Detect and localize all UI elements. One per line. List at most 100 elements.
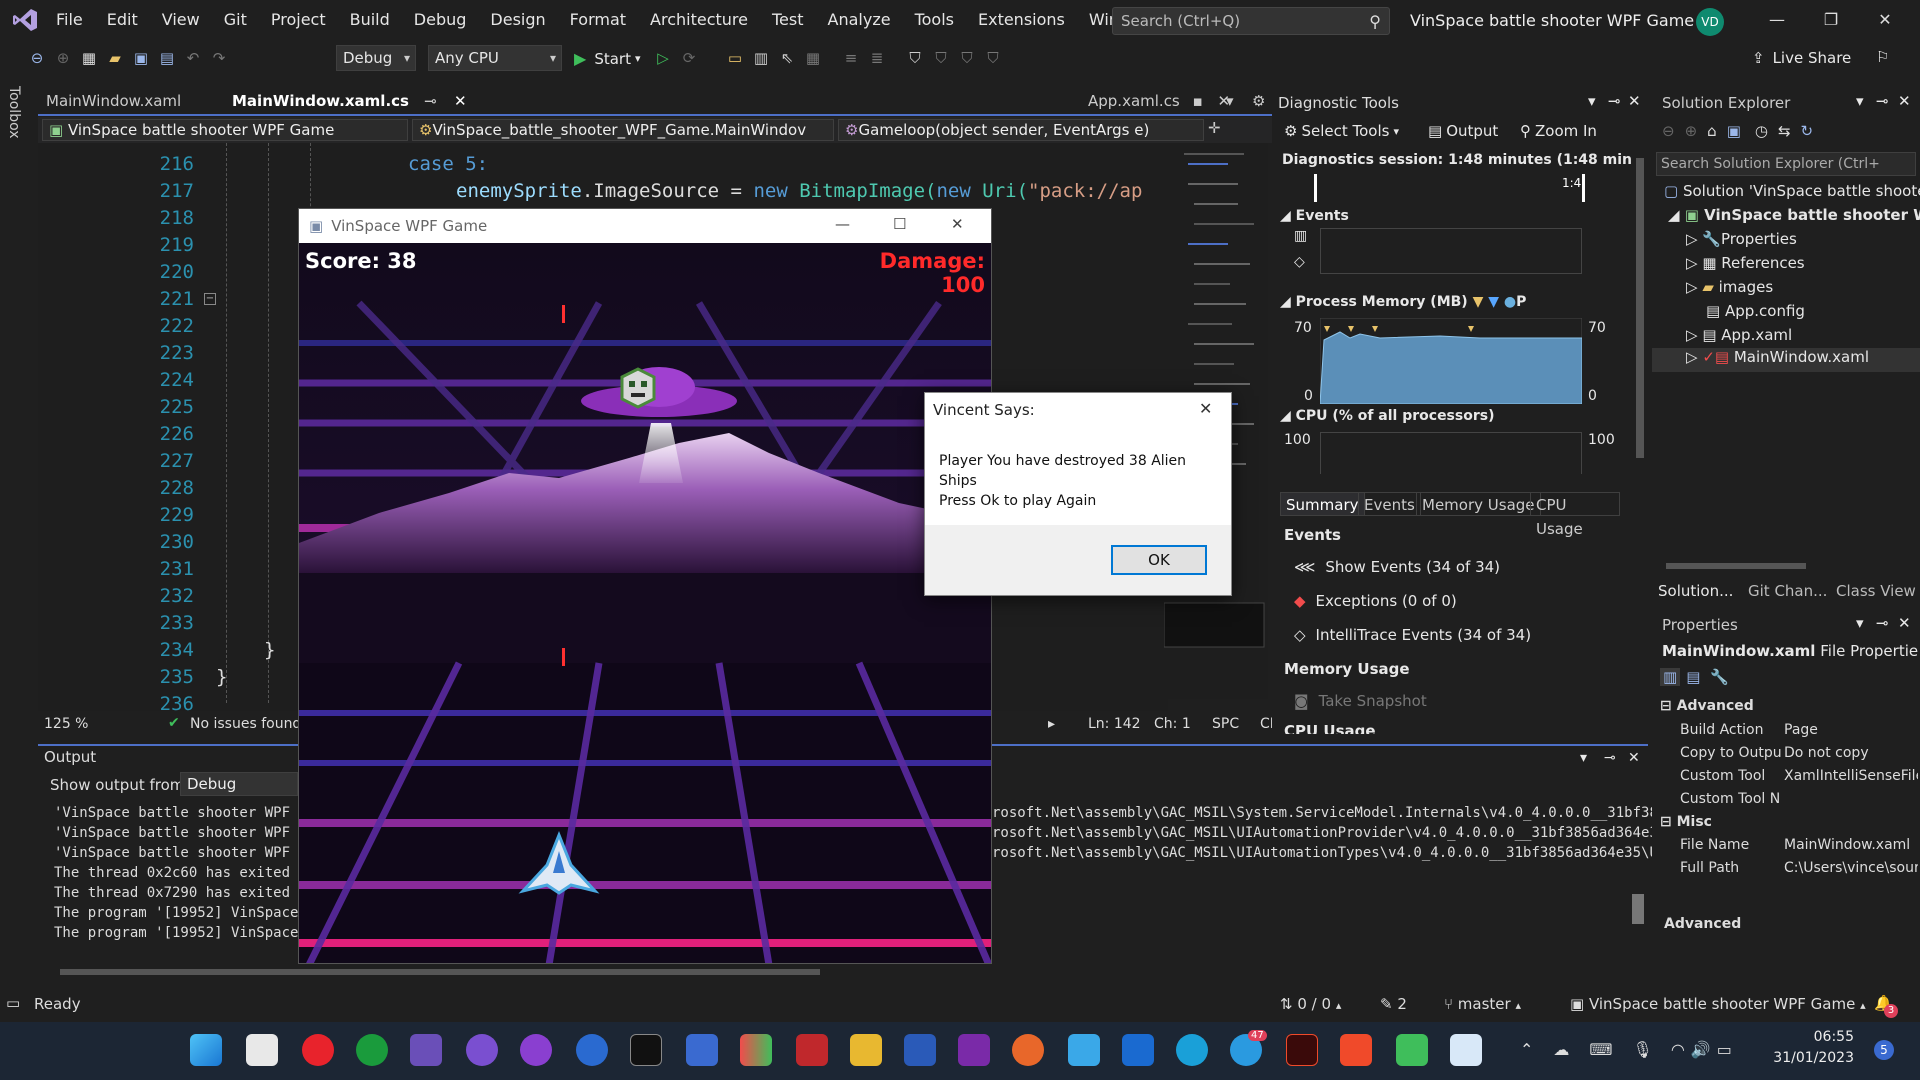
exceptions-link[interactable]: ◆ Exceptions (0 of 0) xyxy=(1294,592,1457,610)
live-share-button[interactable]: ⇪ Live Share xyxy=(1752,49,1851,67)
member-nav-combo[interactable]: ⚙Gameloop(object sender, EventArgs e) xyxy=(838,119,1204,141)
menu-architecture[interactable]: Architecture xyxy=(638,0,760,40)
game-window-task-icon[interactable] xyxy=(1450,1034,1482,1066)
back-icon[interactable]: ⊖ xyxy=(24,44,50,72)
tree-item-app-config[interactable]: ▤ App.config xyxy=(1706,302,1805,320)
zoom-in-button[interactable]: ⚲ Zoom In xyxy=(1520,122,1597,140)
folder-icon[interactable]: ▭ xyxy=(722,44,748,72)
onenote-icon[interactable] xyxy=(958,1034,990,1066)
office-apps-icon[interactable] xyxy=(740,1034,772,1066)
menu-view[interactable]: View xyxy=(150,0,212,40)
column-position[interactable]: Ch: 1 xyxy=(1154,716,1191,732)
properties-object-select[interactable]: MainWindow.xaml File Propertie ▾ xyxy=(1662,642,1920,660)
collapse-icon[interactable]: − xyxy=(204,293,216,305)
tab-events[interactable]: Events xyxy=(1358,492,1421,516)
wifi-icon[interactable]: ◠ xyxy=(1671,1040,1685,1059)
pause-icon[interactable]: ▥ xyxy=(1294,228,1307,244)
tab-summary[interactable]: Summary xyxy=(1280,492,1365,516)
menu-tools[interactable]: Tools xyxy=(903,0,966,40)
bookmark-prev-icon[interactable]: ⛉ xyxy=(928,44,954,72)
refresh-icon[interactable]: ↻ xyxy=(1801,122,1814,140)
uncomment-icon[interactable]: ≣ xyxy=(864,44,890,72)
pin-icon[interactable]: ⊸ xyxy=(1604,750,1616,766)
categorized-icon[interactable]: ▥ xyxy=(1660,668,1681,686)
edge-icon[interactable] xyxy=(1176,1034,1208,1066)
project-node[interactable]: ◢ ▣ VinSpace battle shooter WI xyxy=(1668,206,1920,224)
minimize-icon[interactable]: — xyxy=(835,215,850,233)
pin-icon[interactable]: ⊸ xyxy=(424,92,437,110)
panel-dropdown-icon[interactable]: ▾ xyxy=(1580,750,1587,766)
close-icon[interactable]: ✕ xyxy=(1898,92,1911,110)
menu-format[interactable]: Format xyxy=(558,0,638,40)
tab-git-changes[interactable]: Git Chan... xyxy=(1748,582,1827,600)
tree-item-images[interactable]: ▷ ▰ images xyxy=(1686,278,1773,296)
pin-icon[interactable]: ▪ xyxy=(1193,92,1203,110)
hot-reload-icon[interactable]: ⟳ xyxy=(676,44,702,72)
windows-start-icon[interactable] xyxy=(190,1034,222,1066)
forward-icon[interactable]: ⊕ xyxy=(50,44,76,72)
bookmark-icon[interactable]: ⛉ xyxy=(902,44,928,72)
property-value[interactable]: C:\Users\vince\sour xyxy=(1784,860,1918,876)
menu-build[interactable]: Build xyxy=(338,0,402,40)
tab-class-view[interactable]: Class View xyxy=(1836,582,1916,600)
tree-item-app-xaml[interactable]: ▷ ▤ App.xaml xyxy=(1686,326,1792,344)
edge-beta-icon[interactable] xyxy=(576,1034,608,1066)
close-icon[interactable]: ✕ xyxy=(1898,614,1911,632)
intellitrace-link[interactable]: ◇ IntelliTrace Events (34 of 34) xyxy=(1294,626,1531,644)
split-icon[interactable]: ✛ xyxy=(1208,119,1221,137)
menu-project[interactable]: Project xyxy=(259,0,338,40)
repository-selector[interactable]: ▣ VinSpace battle shooter WPF Game ▴ xyxy=(1570,995,1866,1013)
xbox-icon[interactable] xyxy=(356,1034,388,1066)
bookmark-clear-icon[interactable]: ⛉ xyxy=(980,44,1006,72)
sync-icon[interactable]: ⇆ xyxy=(1778,122,1791,140)
close-icon[interactable]: ✕ xyxy=(1199,399,1212,418)
grid-icon[interactable]: ▦ xyxy=(800,44,826,72)
keyboard-icon[interactable]: ⌨ xyxy=(1589,1040,1612,1059)
close-icon[interactable]: ✕ xyxy=(951,215,964,233)
diag-scrollbar[interactable] xyxy=(1634,118,1646,478)
save-icon[interactable]: ▣ xyxy=(128,44,154,72)
take-snapshot-button[interactable]: ◙ Take Snapshot xyxy=(1294,692,1427,710)
zoom-level[interactable]: 125 % xyxy=(44,716,88,732)
solution-horizontal-scrollbar[interactable] xyxy=(1656,560,1914,572)
select-tools-button[interactable]: ⚙ Select Tools ▾ xyxy=(1284,122,1399,140)
notepad-icon[interactable] xyxy=(1068,1034,1100,1066)
undo-icon[interactable]: ↶ xyxy=(180,44,206,72)
solution-node[interactable]: ▢ Solution 'VinSpace battle shoote xyxy=(1664,182,1920,200)
alphabetical-icon[interactable]: ▤ xyxy=(1686,668,1700,686)
line-position[interactable]: Ln: 142 xyxy=(1088,716,1141,732)
avatar[interactable]: VD xyxy=(1696,8,1724,36)
output-scrollbar[interactable] xyxy=(1632,774,1644,954)
ea-icon[interactable] xyxy=(302,1034,334,1066)
project-nav-combo[interactable]: ▣ VinSpace battle shooter WPF Game xyxy=(42,119,408,141)
pin-icon[interactable]: ⊸ xyxy=(1608,92,1621,110)
store-icon[interactable] xyxy=(246,1034,278,1066)
firefox-icon[interactable] xyxy=(1012,1034,1044,1066)
tree-item-references[interactable]: ▷ ▦ References xyxy=(1686,254,1805,272)
start-without-debugging-icon[interactable]: ▷ xyxy=(650,44,676,72)
volume-icon[interactable]: 🔊 xyxy=(1691,1040,1711,1059)
new-project-icon[interactable]: ▦ xyxy=(76,44,102,72)
game-window[interactable]: ▣ VinSpace WPF Game — ☐ ✕ Score: 38 Dama… xyxy=(298,208,992,964)
epic-games-icon[interactable] xyxy=(630,1034,662,1066)
branch-selector[interactable]: ⑂ master ▴ xyxy=(1444,995,1521,1013)
tab-app-xaml-cs[interactable]: App.xaml.cs ▪ ✕ xyxy=(1080,88,1238,114)
home-icon[interactable]: ⌂ xyxy=(1707,122,1717,140)
close-icon[interactable]: ✕ xyxy=(1628,750,1640,766)
cloud-icon[interactable]: ☁ xyxy=(1553,1040,1569,1059)
panel-dropdown-icon[interactable]: ▾ xyxy=(1856,614,1864,632)
whitespace-mode[interactable]: SPC xyxy=(1212,716,1239,732)
podcast-icon[interactable] xyxy=(520,1034,552,1066)
timeline-ruler[interactable]: 1:4 xyxy=(1282,174,1626,202)
maximize-icon[interactable]: ❐ xyxy=(1808,0,1854,40)
output-source-select[interactable]: Debug xyxy=(180,772,298,796)
property-value[interactable]: Do not copy xyxy=(1784,745,1869,761)
wrench-icon[interactable]: 🔧 xyxy=(1710,668,1729,686)
property-value[interactable]: Page xyxy=(1784,722,1818,738)
search-box[interactable]: Search (Ctrl+Q) ⚲ xyxy=(1112,7,1390,35)
menu-git[interactable]: Git xyxy=(212,0,259,40)
changes-indicator[interactable]: ⇅ 0 / 0 ▴ xyxy=(1280,995,1341,1013)
toolbox-tab[interactable]: Toolbox xyxy=(6,86,22,139)
redo-icon[interactable]: ↷ xyxy=(206,44,232,72)
tree-item-mainwindow-xaml[interactable]: ▷ ✓▤ MainWindow.xaml xyxy=(1652,348,1920,372)
